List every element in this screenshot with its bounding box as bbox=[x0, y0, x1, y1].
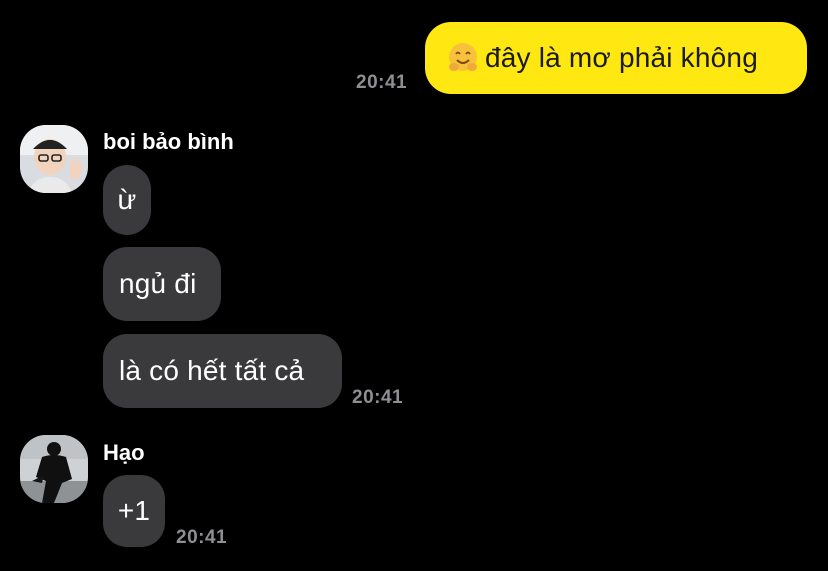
hugging-face-emoji-icon bbox=[449, 43, 477, 71]
message-text: là có hết tất cả bbox=[119, 355, 305, 386]
sender-name: boi bảo bình bbox=[103, 129, 234, 154]
incoming-timestamp: 20:41 bbox=[352, 387, 404, 408]
incoming-message-bubble[interactable]: là có hết tất cả bbox=[103, 334, 342, 408]
person-black-outfit-avatar-icon bbox=[20, 435, 88, 503]
outgoing-timestamp: 20:41 bbox=[356, 72, 408, 93]
incoming-timestamp: 20:41 bbox=[176, 527, 228, 548]
message-text: ngủ đi bbox=[119, 268, 197, 299]
avatar[interactable] bbox=[20, 125, 88, 193]
sender-name: Hạo bbox=[103, 440, 145, 465]
outgoing-message-bubble[interactable]: đây là mơ phải không bbox=[425, 22, 807, 94]
incoming-message-bubble[interactable]: ngủ đi bbox=[103, 247, 221, 321]
message-text: +1 bbox=[117, 495, 151, 526]
avatar[interactable] bbox=[20, 435, 88, 503]
boy-glasses-waving-avatar-icon bbox=[20, 125, 88, 193]
incoming-message-bubble[interactable]: ừ bbox=[103, 165, 151, 235]
incoming-message-bubble[interactable]: +1 bbox=[103, 475, 165, 547]
message-text: ừ bbox=[117, 184, 137, 215]
outgoing-message-text: đây là mơ phải không bbox=[485, 42, 758, 73]
